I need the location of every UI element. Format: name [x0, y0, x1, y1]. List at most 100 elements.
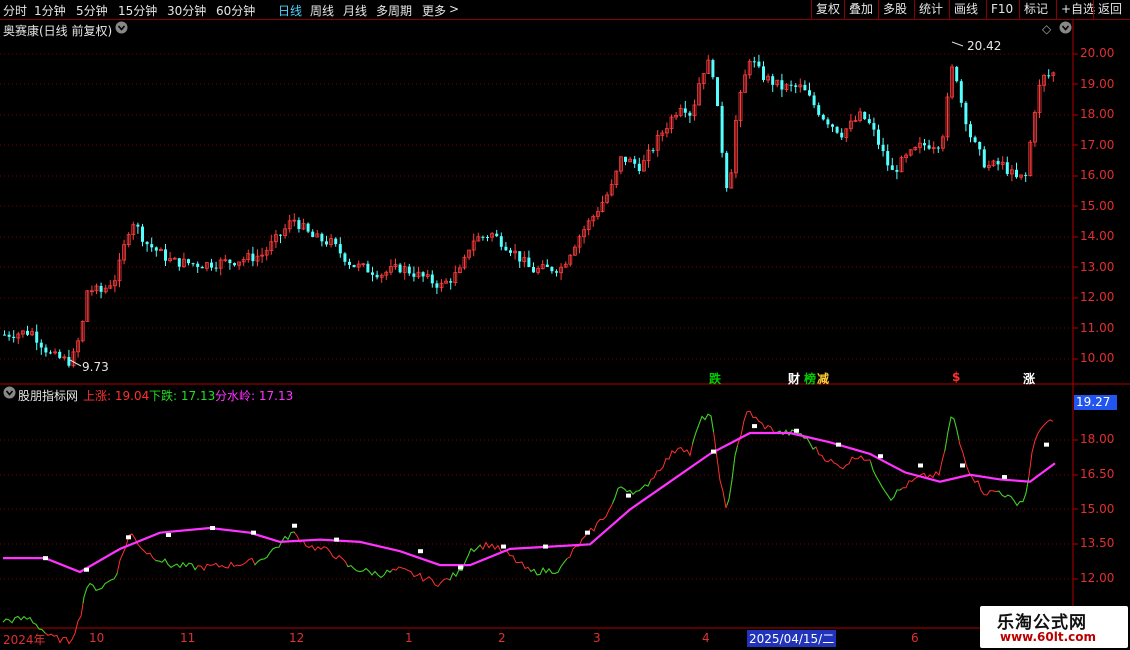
candle-body — [3, 334, 6, 336]
kline-chart[interactable] — [0, 0, 1130, 650]
candle-body — [366, 263, 370, 273]
candle-body — [808, 90, 811, 96]
candlestick-series — [3, 54, 1056, 368]
price-label: 11.00 — [1080, 321, 1115, 335]
candle-body — [214, 267, 218, 269]
candle-body — [26, 330, 29, 335]
legend-up: 上涨: 19.04 — [83, 389, 150, 403]
candle-body — [39, 342, 43, 348]
signal-dot — [166, 532, 171, 537]
signal-dot — [334, 537, 339, 542]
time-label: 6 — [911, 631, 919, 645]
candle-body — [154, 247, 158, 251]
candle-body — [449, 281, 453, 283]
candle-body — [637, 163, 641, 172]
candle-body — [67, 356, 71, 366]
candle-body — [651, 150, 655, 152]
candle-body — [762, 66, 765, 81]
candle-body — [527, 257, 531, 268]
candle-body — [325, 241, 328, 245]
candle-body — [555, 271, 558, 273]
signal-dot — [292, 523, 297, 528]
stock-title: 奥赛康(日线 前复权) — [3, 24, 113, 38]
signal-dot — [878, 454, 883, 459]
settings-icon[interactable] — [1059, 21, 1072, 37]
candle-body — [720, 106, 724, 153]
signal-badge[interactable]: 减 — [817, 370, 829, 387]
candle-body — [969, 124, 972, 138]
candle-body — [12, 336, 16, 339]
candle-body — [633, 159, 637, 164]
candle-body — [826, 119, 830, 125]
time-label: 1 — [405, 631, 413, 645]
candle-body — [518, 251, 522, 262]
signal-dot — [251, 530, 256, 535]
cursor-date: 2025/04/15/二 — [747, 630, 837, 647]
signal-badge[interactable]: $ — [952, 370, 960, 384]
signal-dot — [1002, 475, 1007, 480]
high-marker-line — [951, 41, 964, 47]
candle-body — [481, 236, 485, 238]
candle-body — [7, 334, 11, 337]
indicator-axis-label: 15.00 — [1080, 502, 1115, 516]
down-line — [2, 410, 1054, 645]
candle-body — [711, 60, 715, 78]
signal-badge[interactable]: 跌 — [709, 370, 721, 387]
candle-body — [320, 233, 324, 242]
signal-dot — [84, 567, 89, 572]
candle-body — [550, 267, 554, 272]
indicator-name[interactable]: 股朋指标网 — [18, 387, 78, 404]
diamond-icon[interactable]: ◇ — [1042, 22, 1051, 36]
candle-body — [509, 250, 512, 253]
signal-dot — [711, 449, 716, 454]
legend-down: 下跌: 17.13 — [149, 389, 216, 403]
time-label: 11 — [180, 631, 196, 645]
candle-body — [624, 156, 627, 162]
time-label: 4 — [702, 631, 710, 645]
candle-body — [150, 244, 154, 248]
price-label: 12.00 — [1080, 290, 1115, 304]
candle-body — [840, 132, 844, 138]
candle-body — [886, 151, 890, 166]
candle-body — [191, 263, 195, 265]
candle-body — [164, 249, 167, 261]
candle-body — [936, 147, 940, 149]
dropdown-icon[interactable] — [115, 21, 128, 37]
signal-badge[interactable]: 榜 — [804, 370, 816, 387]
candle-body — [371, 272, 374, 275]
candle-body — [890, 165, 894, 170]
signal-dot — [626, 493, 631, 498]
signal-dot — [794, 428, 799, 433]
candle-body — [486, 236, 489, 238]
candle-body — [499, 236, 503, 247]
indicator-axis-label: 18.00 — [1080, 432, 1115, 446]
time-label: 10 — [89, 631, 105, 645]
candle-body — [430, 274, 434, 284]
chart-markers — [69, 41, 964, 367]
signal-badge[interactable]: 财 — [788, 370, 800, 387]
signal-dot — [501, 544, 506, 549]
candle-body — [421, 272, 425, 277]
signal-dot — [752, 424, 757, 429]
signal-dot — [836, 442, 841, 447]
candle-body — [978, 141, 982, 150]
indicator-collapse-icon[interactable] — [3, 386, 16, 402]
candle-body — [955, 66, 959, 82]
signal-badge[interactable]: 涨 — [1023, 370, 1035, 387]
indicator-axis-label: 12.00 — [1080, 571, 1115, 585]
signal-dot — [458, 565, 463, 570]
price-label: 13.00 — [1080, 260, 1115, 274]
indicator-series — [2, 410, 1056, 645]
candle-body — [771, 76, 775, 85]
candle-body — [99, 285, 103, 292]
candle-body — [279, 234, 282, 236]
candle-body — [532, 267, 535, 273]
price-label: 20.00 — [1080, 46, 1115, 60]
candle-body — [352, 264, 356, 268]
candle-body — [407, 266, 411, 274]
price-label: 14.00 — [1080, 229, 1115, 243]
candle-body — [136, 224, 140, 227]
candle-body — [927, 145, 931, 149]
candle-body — [251, 253, 255, 262]
candle-body — [435, 283, 439, 288]
